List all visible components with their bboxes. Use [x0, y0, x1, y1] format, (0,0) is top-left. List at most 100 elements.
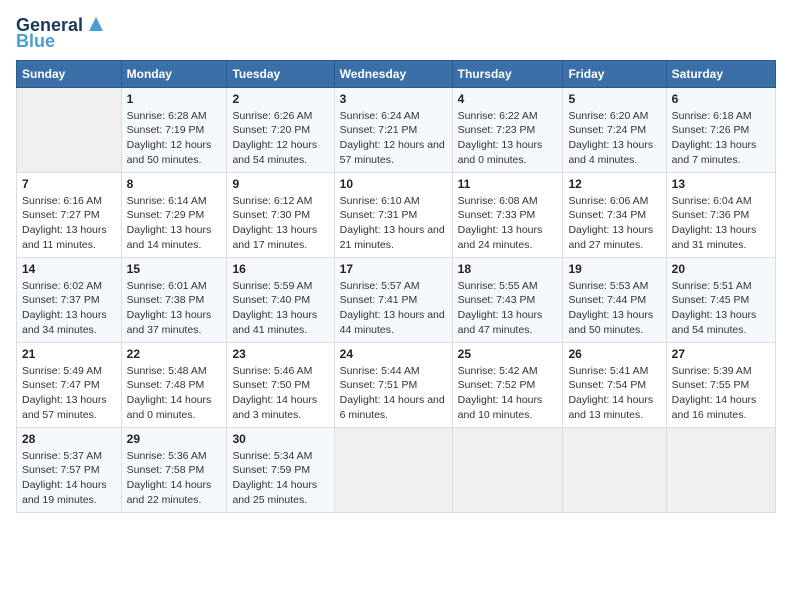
weekday-header-friday: Friday — [563, 60, 666, 87]
weekday-header-sunday: Sunday — [17, 60, 122, 87]
calendar-cell — [666, 427, 775, 512]
weekday-header-thursday: Thursday — [452, 60, 563, 87]
day-number: 21 — [22, 347, 116, 361]
calendar-week-row: 14 Sunrise: 6:02 AMSunset: 7:37 PMDayligh… — [17, 257, 776, 342]
day-info: Sunrise: 6:01 AMSunset: 7:38 PMDaylight:… — [127, 279, 222, 338]
calendar-cell: 16 Sunrise: 5:59 AMSunset: 7:40 PMDayligh… — [227, 257, 334, 342]
day-number: 13 — [672, 177, 770, 191]
day-number: 22 — [127, 347, 222, 361]
day-number: 16 — [232, 262, 328, 276]
calendar-cell: 26Sunrise: 5:41 AMSunset: 7:54 PMDayligh… — [563, 342, 666, 427]
calendar-cell: 11 Sunrise: 6:08 AMSunset: 7:33 PMDayligh… — [452, 172, 563, 257]
weekday-header-wednesday: Wednesday — [334, 60, 452, 87]
calendar-cell: 28 Sunrise: 5:37 AMSunset: 7:57 PMDayligh… — [17, 427, 122, 512]
calendar-cell: 13 Sunrise: 6:04 AMSunset: 7:36 PMDayligh… — [666, 172, 775, 257]
day-info: Sunrise: 6:08 AMSunset: 7:33 PMDaylight:… — [458, 194, 558, 253]
day-info: Sunrise: 6:04 AMSunset: 7:36 PMDaylight:… — [672, 194, 770, 253]
day-info: Sunrise: 5:44 AMSunset: 7:51 PMDaylight:… — [340, 364, 447, 423]
calendar-cell: 30 Sunrise: 5:34 AMSunset: 7:59 PMDayligh… — [227, 427, 334, 512]
calendar-cell: 6 Sunrise: 6:18 AMSunset: 7:26 PMDaylight… — [666, 87, 775, 172]
calendar-cell — [563, 427, 666, 512]
day-number: 19 — [568, 262, 660, 276]
weekday-header-row: SundayMondayTuesdayWednesdayThursdayFrid… — [17, 60, 776, 87]
day-info: Sunrise: 5:48 AMSunset: 7:48 PMDaylight:… — [127, 364, 222, 423]
calendar-cell: 23Sunrise: 5:46 AMSunset: 7:50 PMDayligh… — [227, 342, 334, 427]
logo-icon — [85, 13, 107, 35]
calendar-cell: 12Sunrise: 6:06 AMSunset: 7:34 PMDayligh… — [563, 172, 666, 257]
calendar-cell: 1Sunrise: 6:28 AMSunset: 7:19 PMDaylight… — [121, 87, 227, 172]
day-number: 24 — [340, 347, 447, 361]
day-info: Sunrise: 6:16 AMSunset: 7:27 PMDaylight:… — [22, 194, 116, 253]
day-info: Sunrise: 6:22 AMSunset: 7:23 PMDaylight:… — [458, 109, 558, 168]
calendar-cell — [334, 427, 452, 512]
day-number: 7 — [22, 177, 116, 191]
day-number: 6 — [672, 92, 770, 106]
calendar-cell — [17, 87, 122, 172]
day-number: 9 — [232, 177, 328, 191]
day-number: 1 — [127, 92, 222, 106]
calendar-cell: 27 Sunrise: 5:39 AMSunset: 7:55 PMDayligh… — [666, 342, 775, 427]
calendar-cell: 17 Sunrise: 5:57 AMSunset: 7:41 PMDayligh… — [334, 257, 452, 342]
calendar-table: SundayMondayTuesdayWednesdayThursdayFrid… — [16, 60, 776, 513]
page-header: General Blue — [16, 16, 776, 52]
day-info: Sunrise: 6:14 AMSunset: 7:29 PMDaylight:… — [127, 194, 222, 253]
calendar-cell: 22 Sunrise: 5:48 AMSunset: 7:48 PMDayligh… — [121, 342, 227, 427]
day-info: Sunrise: 5:39 AMSunset: 7:55 PMDaylight:… — [672, 364, 770, 423]
day-number: 3 — [340, 92, 447, 106]
day-info: Sunrise: 5:51 AMSunset: 7:45 PMDaylight:… — [672, 279, 770, 338]
calendar-cell: 2Sunrise: 6:26 AMSunset: 7:20 PMDaylight… — [227, 87, 334, 172]
weekday-header-saturday: Saturday — [666, 60, 775, 87]
day-info: Sunrise: 6:02 AMSunset: 7:37 PMDaylight:… — [22, 279, 116, 338]
calendar-cell: 24 Sunrise: 5:44 AMSunset: 7:51 PMDayligh… — [334, 342, 452, 427]
day-number: 5 — [568, 92, 660, 106]
day-info: Sunrise: 6:18 AMSunset: 7:26 PMDaylight:… — [672, 109, 770, 168]
day-info: Sunrise: 5:55 AMSunset: 7:43 PMDaylight:… — [458, 279, 558, 338]
day-number: 18 — [458, 262, 558, 276]
day-info: Sunrise: 5:37 AMSunset: 7:57 PMDaylight:… — [22, 449, 116, 508]
calendar-cell: 10Sunrise: 6:10 AMSunset: 7:31 PMDayligh… — [334, 172, 452, 257]
day-number: 10 — [340, 177, 447, 191]
calendar-cell: 7 Sunrise: 6:16 AMSunset: 7:27 PMDaylight… — [17, 172, 122, 257]
day-number: 11 — [458, 177, 558, 191]
calendar-week-row: 7 Sunrise: 6:16 AMSunset: 7:27 PMDaylight… — [17, 172, 776, 257]
calendar-week-row: 1Sunrise: 6:28 AMSunset: 7:19 PMDaylight… — [17, 87, 776, 172]
calendar-cell: 20 Sunrise: 5:51 AMSunset: 7:45 PMDayligh… — [666, 257, 775, 342]
calendar-week-row: 21 Sunrise: 5:49 AMSunset: 7:47 PMDayligh… — [17, 342, 776, 427]
calendar-cell: 29 Sunrise: 5:36 AMSunset: 7:58 PMDayligh… — [121, 427, 227, 512]
day-info: Sunrise: 5:59 AMSunset: 7:40 PMDaylight:… — [232, 279, 328, 338]
calendar-cell: 19Sunrise: 5:53 AMSunset: 7:44 PMDayligh… — [563, 257, 666, 342]
day-number: 28 — [22, 432, 116, 446]
day-info: Sunrise: 6:24 AMSunset: 7:21 PMDaylight:… — [340, 109, 447, 168]
day-info: Sunrise: 5:34 AMSunset: 7:59 PMDaylight:… — [232, 449, 328, 508]
day-number: 4 — [458, 92, 558, 106]
calendar-cell: 3 Sunrise: 6:24 AMSunset: 7:21 PMDaylight… — [334, 87, 452, 172]
calendar-cell: 14 Sunrise: 6:02 AMSunset: 7:37 PMDayligh… — [17, 257, 122, 342]
day-info: Sunrise: 5:49 AMSunset: 7:47 PMDaylight:… — [22, 364, 116, 423]
day-info: Sunrise: 5:36 AMSunset: 7:58 PMDaylight:… — [127, 449, 222, 508]
day-info: Sunrise: 5:57 AMSunset: 7:41 PMDaylight:… — [340, 279, 447, 338]
day-info: Sunrise: 6:26 AMSunset: 7:20 PMDaylight:… — [232, 109, 328, 168]
day-number: 20 — [672, 262, 770, 276]
day-info: Sunrise: 5:46 AMSunset: 7:50 PMDaylight:… — [232, 364, 328, 423]
logo: General Blue — [16, 16, 107, 52]
day-number: 8 — [127, 177, 222, 191]
calendar-cell: 18 Sunrise: 5:55 AMSunset: 7:43 PMDayligh… — [452, 257, 563, 342]
calendar-cell — [452, 427, 563, 512]
calendar-week-row: 28 Sunrise: 5:37 AMSunset: 7:57 PMDayligh… — [17, 427, 776, 512]
calendar-cell: 25Sunrise: 5:42 AMSunset: 7:52 PMDayligh… — [452, 342, 563, 427]
calendar-cell: 8 Sunrise: 6:14 AMSunset: 7:29 PMDaylight… — [121, 172, 227, 257]
day-number: 25 — [458, 347, 558, 361]
day-number: 17 — [340, 262, 447, 276]
calendar-cell: 5 Sunrise: 6:20 AMSunset: 7:24 PMDaylight… — [563, 87, 666, 172]
day-number: 26 — [568, 347, 660, 361]
day-info: Sunrise: 6:06 AMSunset: 7:34 PMDaylight:… — [568, 194, 660, 253]
weekday-header-tuesday: Tuesday — [227, 60, 334, 87]
calendar-cell: 4 Sunrise: 6:22 AMSunset: 7:23 PMDaylight… — [452, 87, 563, 172]
calendar-cell: 15Sunrise: 6:01 AMSunset: 7:38 PMDayligh… — [121, 257, 227, 342]
day-number: 30 — [232, 432, 328, 446]
day-number: 14 — [22, 262, 116, 276]
day-number: 27 — [672, 347, 770, 361]
day-number: 29 — [127, 432, 222, 446]
logo-text-line2: Blue — [16, 32, 55, 52]
day-info: Sunrise: 6:20 AMSunset: 7:24 PMDaylight:… — [568, 109, 660, 168]
